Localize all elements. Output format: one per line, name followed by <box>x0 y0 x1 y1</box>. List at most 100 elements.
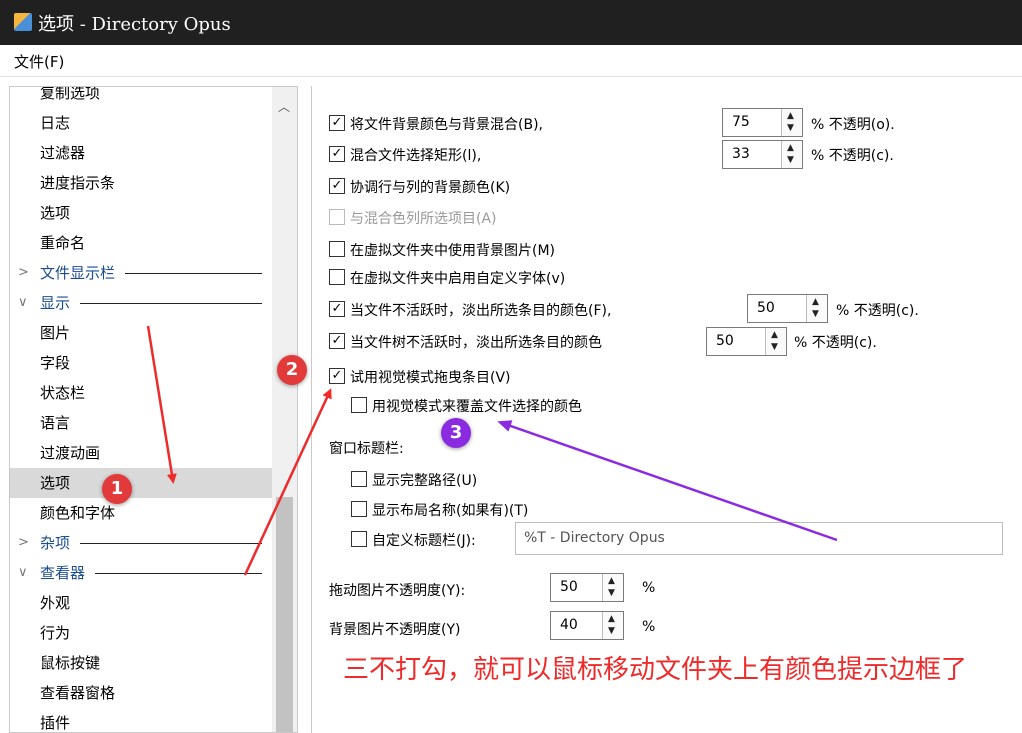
tree-item[interactable]: 选项 <box>10 468 272 498</box>
tree-item[interactable]: 图片 <box>10 318 272 348</box>
full-path-checkbox[interactable] <box>351 471 367 487</box>
tree-item[interactable]: 查看器窗格 <box>10 678 272 708</box>
spin-up-icon[interactable]: ▲ <box>787 143 794 153</box>
bg-image-opacity-unit: % <box>642 619 656 635</box>
tree-item-label: 语言 <box>40 414 71 432</box>
drag-image-opacity-value[interactable]: 50 <box>560 579 578 595</box>
tree-item[interactable]: 过渡动画 <box>10 438 272 468</box>
spin-down-icon[interactable]: ▼ <box>812 309 819 319</box>
tree-item[interactable]: 语言 <box>10 408 272 438</box>
tree-item[interactable]: 鼠标按键 <box>10 648 272 678</box>
fade-tree-label: 当文件树不活跃时，淡出所选条目的颜色 <box>350 335 602 351</box>
window-title-heading: 窗口标题栏: <box>329 441 404 457</box>
custom-title-label: 自定义标题栏(J): <box>372 533 476 549</box>
bg-image-opacity-spinner[interactable]: 40 ▲ ▼ <box>550 611 624 640</box>
tree-item[interactable]: 颜色和字体 <box>10 498 272 528</box>
tree-group[interactable]: ∨ 查看器 <box>10 558 272 588</box>
visual-override-checkbox[interactable] <box>351 397 367 413</box>
blend-bg-value[interactable]: 75 <box>732 114 750 130</box>
chevron-down-icon[interactable]: ∨ <box>18 288 28 318</box>
vf-bg-img-label: 在虚拟文件夹中使用背景图片(M) <box>350 243 556 259</box>
fade-file-checkbox[interactable]: ✓ <box>329 301 345 317</box>
settings-tree: 复制选项 日志 过滤器 进度指示条 选项 重命名 > 文件显示栏 ∨ 显示 图片 字段 状态栏 语言 过渡动… <box>9 86 298 733</box>
spin-up-icon[interactable]: ▲ <box>812 297 819 307</box>
tree-item[interactable]: 重命名 <box>10 228 272 258</box>
menu-file[interactable]: 文件(F) <box>14 51 64 72</box>
spin-down-icon[interactable]: ▼ <box>608 626 615 636</box>
drag-image-opacity-label: 拖动图片不透明度(Y): <box>329 583 466 599</box>
chevron-down-icon[interactable]: ∨ <box>18 558 28 588</box>
custom-title-value[interactable]: %T - Directory Opus <box>524 530 665 546</box>
directory-opus-icon <box>14 13 32 31</box>
fade-tree-spinner[interactable]: 50 ▲ ▼ <box>706 327 787 356</box>
blend-cols-checkbox <box>329 209 345 225</box>
spin-down-icon[interactable]: ▼ <box>787 155 794 165</box>
chevron-right-icon[interactable]: > <box>18 258 29 288</box>
vf-bg-img-checkbox[interactable] <box>329 241 345 257</box>
tree-item[interactable]: 外观 <box>10 588 272 618</box>
drag-image-opacity-unit: % <box>642 580 656 596</box>
tree-item[interactable]: 进度指示条 <box>10 168 272 198</box>
tree-item-label: 进度指示条 <box>40 174 116 192</box>
coord-rows-checkbox[interactable]: ✓ <box>329 178 345 194</box>
drag-visual-checkbox[interactable]: ✓ <box>329 368 345 384</box>
blend-bg-spinner[interactable]: 75 ▲ ▼ <box>722 108 803 137</box>
tree-item-label: 查看器 <box>40 564 86 582</box>
tree-item-label: 过滤器 <box>40 144 86 162</box>
blend-rect-checkbox[interactable]: ✓ <box>329 146 345 162</box>
tree-item[interactable]: 状态栏 <box>10 378 272 408</box>
chevron-up-icon[interactable]: ︿ <box>278 98 290 115</box>
blend-bg-checkbox[interactable]: ✓ <box>329 115 345 131</box>
tree-item-label: 行为 <box>40 624 71 642</box>
drag-image-opacity-spinner[interactable]: 50 ▲ ▼ <box>550 573 624 602</box>
tree-group[interactable]: ∨ 显示 <box>10 288 272 318</box>
tree-item[interactable]: 日志 <box>10 108 272 138</box>
blend-rect-value[interactable]: 33 <box>732 146 750 162</box>
spin-up-icon[interactable]: ▲ <box>787 111 794 121</box>
tree-item-label: 选项 <box>40 474 71 492</box>
annotation-badge-3: 3 <box>441 418 471 448</box>
tree-item[interactable]: 复制选项 <box>10 87 272 108</box>
tree-item[interactable]: 行为 <box>10 618 272 648</box>
fade-file-suffix: % 不透明(c). <box>836 303 919 319</box>
fade-file-value[interactable]: 50 <box>757 300 775 316</box>
spin-up-icon[interactable]: ▲ <box>608 576 615 586</box>
fade-file-spinner[interactable]: 50 ▲ ▼ <box>747 294 828 323</box>
tree-item[interactable]: 选项 <box>10 198 272 228</box>
tree-item-label: 杂项 <box>40 534 71 552</box>
custom-title-input[interactable]: %T - Directory Opus <box>515 522 1003 555</box>
scrollbar-thumb[interactable] <box>276 497 293 732</box>
tree-group[interactable]: > 文件显示栏 <box>10 258 272 288</box>
fade-tree-suffix: % 不透明(c). <box>794 335 877 351</box>
tree-item-label: 查看器窗格 <box>40 684 116 702</box>
spin-up-icon[interactable]: ▲ <box>608 614 615 624</box>
fade-tree-value[interactable]: 50 <box>716 333 734 349</box>
spin-down-icon[interactable]: ▼ <box>787 123 794 133</box>
drag-visual-label: 试用视觉模式拖曳条目(V) <box>350 370 511 386</box>
layout-name-checkbox[interactable] <box>351 501 367 517</box>
spin-down-icon[interactable]: ▼ <box>608 588 615 598</box>
chevron-right-icon[interactable]: > <box>18 528 29 558</box>
blend-cols-label: 与混合色列所选项目(A) <box>350 211 497 227</box>
blend-rect-spinner[interactable]: 33 ▲ ▼ <box>722 140 803 169</box>
bg-image-opacity-value[interactable]: 40 <box>560 617 578 633</box>
tree-item[interactable]: 插件 <box>10 708 272 732</box>
tree-scrollbar[interactable]: ︿ <box>272 87 297 732</box>
spin-down-icon[interactable]: ▼ <box>771 342 778 352</box>
vf-font-checkbox[interactable] <box>329 269 345 285</box>
tree-item[interactable]: 过滤器 <box>10 138 272 168</box>
spin-up-icon[interactable]: ▲ <box>771 330 778 340</box>
fade-tree-checkbox[interactable]: ✓ <box>329 333 345 349</box>
group-divider <box>125 273 262 274</box>
tree-group[interactable]: > 杂项 <box>10 528 272 558</box>
group-divider <box>80 543 262 544</box>
blend-rect-suffix: % 不透明(c). <box>811 148 894 164</box>
custom-title-checkbox[interactable] <box>351 531 367 547</box>
annotation-note: 三不打勾，就可以鼠标移动文件夹上有颜色提示边框了 <box>343 655 968 685</box>
options-panel: ✓ 将文件背景颜色与背景混合(B), 75 ▲ ▼ % 不透明(o). ✓ 混合文… <box>311 86 1022 733</box>
fade-file-label: 当文件不活跃时，淡出所选条目的颜色(F), <box>350 303 612 319</box>
annotation-badge-2: 2 <box>277 355 307 385</box>
blend-bg-suffix: % 不透明(o). <box>811 117 895 133</box>
tree-item[interactable]: 字段 <box>10 348 272 378</box>
full-path-label: 显示完整路径(U) <box>372 473 478 489</box>
